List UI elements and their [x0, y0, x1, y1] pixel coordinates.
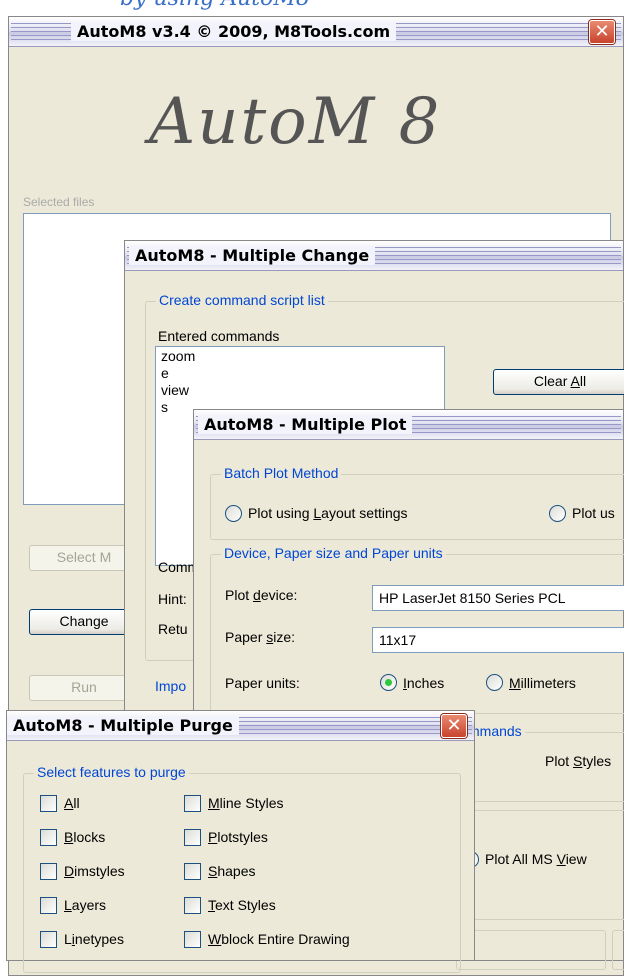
plot-device-label: Plot device:	[225, 587, 298, 603]
plot-titlebar: AutoM8 - Multiple Plot	[194, 410, 623, 440]
main-close-button[interactable]: ✕	[589, 20, 615, 44]
purge-title: AutoM8 - Multiple Purge	[7, 716, 239, 735]
checkbox-text-styles[interactable]	[184, 897, 201, 914]
plot-bottom-box-1	[456, 930, 606, 970]
purge-close-button[interactable]: ✕	[441, 714, 467, 738]
checkbox-dimstyles[interactable]	[40, 863, 57, 880]
app-logo: AutoM 8	[149, 85, 442, 159]
checkbox-layers-label: Layers	[64, 897, 107, 913]
checkbox-text-styles-label: Text Styles	[208, 897, 276, 913]
checkbox-all[interactable]	[40, 795, 57, 812]
checkbox-plotstyles-label: Plotstyles	[208, 829, 268, 845]
change-button[interactable]: Change	[29, 609, 139, 635]
retu-label: Retu	[158, 621, 188, 637]
checkbox-mline-styles-label: Mline Styles	[208, 795, 284, 811]
plot-all-ms-label: Plot All MS View	[485, 851, 587, 867]
checkbox-shapes[interactable]	[184, 863, 201, 880]
entered-commands-label: Entered commands	[158, 328, 280, 344]
checkbox-linetypes[interactable]	[40, 931, 57, 948]
impo-label: Impo	[155, 678, 187, 694]
checkbox-dimstyles-label: Dimstyles	[64, 863, 125, 879]
checkbox-mline-styles[interactable]	[184, 795, 201, 812]
select-files-button[interactable]: Select M	[29, 545, 139, 571]
checkbox-wblock-label: Wblock Entire Drawing	[208, 931, 350, 947]
plot-title: AutoM8 - Multiple Plot	[198, 415, 413, 434]
checkbox-all-label: All	[64, 795, 80, 811]
plot-layout-label: Plot using Layout settings	[248, 505, 408, 521]
radio-millimeters[interactable]	[486, 674, 503, 691]
plot-other-label: Plot us	[572, 505, 615, 521]
top-partial-text: by using AutoM8	[120, 0, 310, 11]
plot-styles-label: Plot Styles	[545, 753, 612, 769]
checkbox-layers[interactable]	[40, 897, 57, 914]
selected-files-label: Selected files	[23, 195, 95, 209]
clear-all-button[interactable]: Clear All	[493, 369, 624, 395]
plot-device-select[interactable]: HP LaserJet 8150 Series PCL	[372, 585, 624, 611]
millimeters-label: Millimeters	[509, 675, 576, 691]
checkbox-blocks-label: Blocks	[64, 829, 106, 845]
run-button[interactable]: Run	[29, 675, 139, 701]
checkbox-linetypes-label: Linetypes	[64, 931, 124, 947]
purge-titlebar: AutoM8 - Multiple Purge ✕	[7, 711, 474, 741]
purge-window: AutoM8 - Multiple Purge ✕ Select feature…	[6, 710, 475, 973]
checkbox-blocks[interactable]	[40, 829, 57, 846]
paper-units-label: Paper units:	[225, 675, 300, 691]
paper-size-select[interactable]: 11x17	[372, 627, 624, 653]
list-item[interactable]: zoom	[161, 348, 439, 365]
checkbox-plotstyles[interactable]	[184, 829, 201, 846]
radio-inches[interactable]	[380, 674, 397, 691]
main-titlebar: AutoM8 v3.4 © 2009, M8Tools.com ✕	[9, 17, 623, 47]
list-item[interactable]: view	[161, 382, 439, 399]
hint-label: Hint:	[158, 591, 187, 607]
checkbox-wblock[interactable]	[184, 931, 201, 948]
change-titlebar: AutoM8 - Multiple Change	[125, 241, 623, 271]
paper-size-label: Paper size:	[225, 629, 296, 645]
inches-label: Inches	[403, 675, 445, 691]
main-title: AutoM8 v3.4 © 2009, M8Tools.com	[71, 22, 397, 41]
radio-plot-layout[interactable]	[225, 505, 242, 522]
list-item[interactable]: e	[161, 365, 439, 382]
radio-plot-other[interactable]	[549, 505, 566, 522]
change-title: AutoM8 - Multiple Change	[129, 246, 376, 265]
plot-bottom-box-2	[612, 930, 624, 970]
checkbox-shapes-label: Shapes	[208, 863, 256, 879]
